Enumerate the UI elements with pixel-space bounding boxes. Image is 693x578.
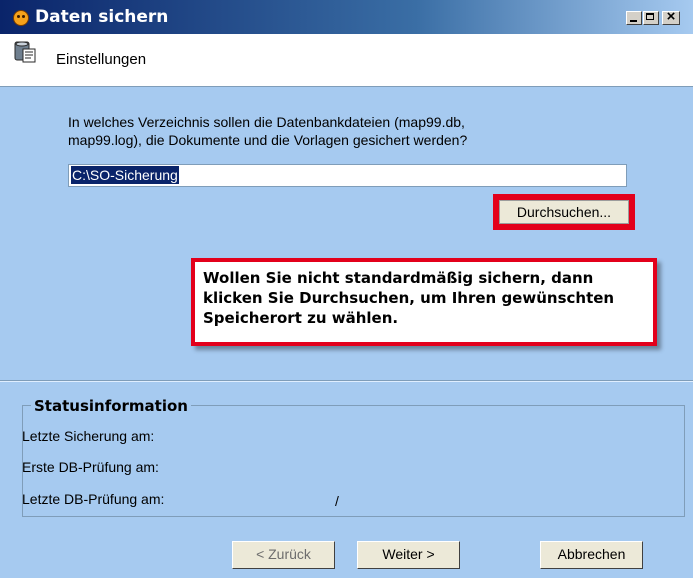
header-label: Einstellungen [56,51,147,68]
browse-highlight-frame: Durchsuchen... [493,194,635,230]
directory-prompt: In welches Verzeichnis sollen die Datenb… [68,113,608,149]
maximize-button[interactable] [643,11,659,25]
window-title: Daten sichern [35,7,169,27]
divider [0,380,693,382]
cancel-button[interactable]: Abbrechen [540,541,643,569]
last-check-value: / [335,493,339,509]
browse-button[interactable]: Durchsuchen... [499,200,629,224]
wizard-header: Einstellungen [0,34,693,87]
first-check-label: Erste DB-Prüfung am: [22,459,159,475]
minimize-button[interactable] [626,11,642,25]
last-backup-label: Letzte Sicherung am: [22,428,155,444]
app-logo-icon [13,10,29,26]
next-button[interactable]: Weiter > [357,541,460,569]
back-button[interactable]: < Zurück [232,541,335,569]
backup-path-input[interactable]: C:\SO-Sicherung [68,164,627,187]
next-button-label: Weiter > [382,546,435,562]
prompt-line-1: In welches Verzeichnis sollen die Datenb… [68,114,465,130]
database-backup-icon [14,41,36,63]
instruction-callout: Wollen Sie nicht standardmäßig sichern, … [191,258,657,346]
backup-path-value: C:\SO-Sicherung [71,166,179,184]
prompt-line-2: map99.log), die Dokumente und die Vorlag… [68,132,468,148]
close-button[interactable] [662,11,680,25]
status-legend: Statusinformation [31,397,191,415]
title-bar[interactable]: Daten sichern [0,0,693,34]
backup-dialog: Daten sichern Einstellungen In welches V… [0,0,693,578]
last-check-label: Letzte DB-Prüfung am: [22,491,165,507]
